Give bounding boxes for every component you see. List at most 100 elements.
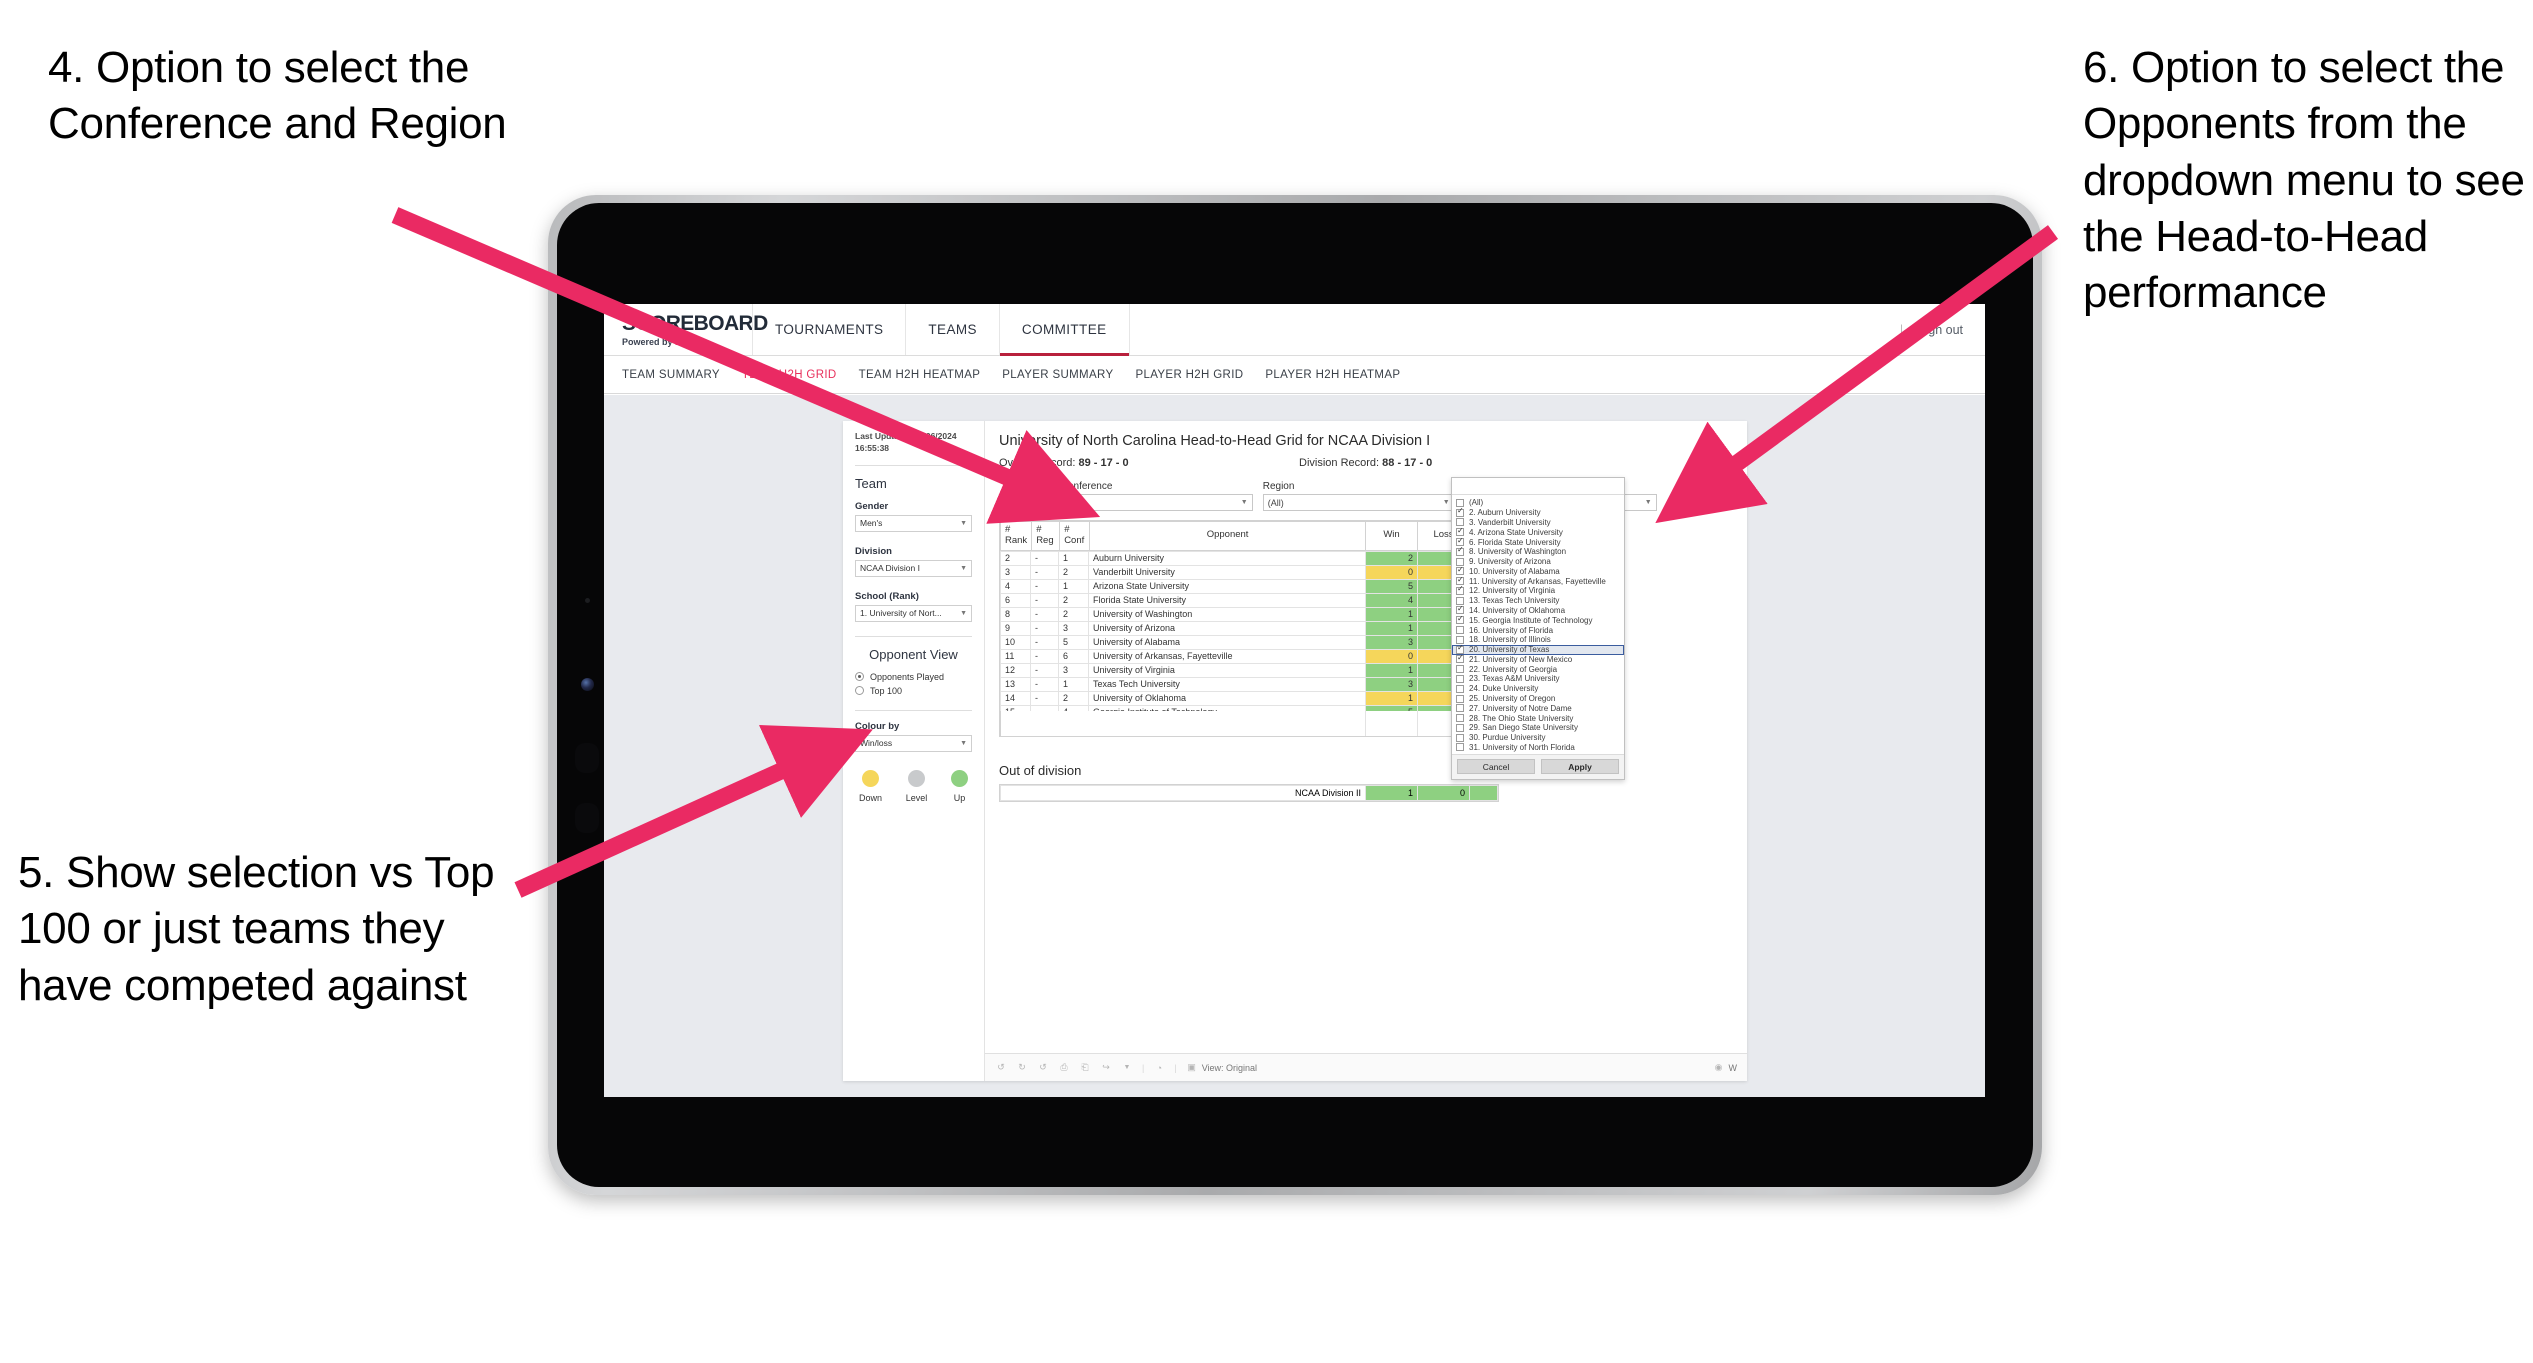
radio-opponents-played[interactable]: Opponents Played [855, 672, 972, 682]
sign-out-link[interactable]: Sign out [1917, 323, 1963, 337]
redo-icon[interactable]: ↻ [1016, 1062, 1028, 1074]
opponent-dropdown-item[interactable]: 12. University of Virginia [1452, 585, 1624, 596]
overall-record-value: 89 - 17 - 0 [1078, 457, 1129, 469]
opponent-dropdown-item-label: 9. University of Arizona [1469, 557, 1551, 567]
checkbox-icon[interactable] [1456, 714, 1464, 723]
cell-win: 1 [1365, 662, 1418, 678]
checkbox-icon[interactable] [1456, 723, 1464, 732]
apply-button[interactable]: Apply [1541, 759, 1619, 775]
refresh-data-icon[interactable]: ⎙ [1058, 1062, 1070, 1074]
opponent-dropdown-item[interactable]: 6. Florida State University [1452, 537, 1624, 547]
table-row[interactable]: 13-1Texas Tech University30 [1000, 676, 1498, 692]
chevron-down-icon[interactable]: ▼ [1121, 1062, 1133, 1074]
checkbox-icon[interactable] [1456, 674, 1464, 683]
tablet-volume-down-button[interactable] [575, 803, 599, 833]
school-rank-select[interactable]: 1. University of Nort... ▼ [855, 604, 972, 622]
share-icon[interactable]: ↪ [1100, 1062, 1112, 1074]
cell-rank: 4 [1000, 578, 1031, 594]
cell-conf: 2 [1058, 606, 1089, 622]
table-row[interactable]: 6-2Florida State University42 [1000, 592, 1498, 608]
opponent-dropdown-item[interactable]: 16. University of Florida [1452, 625, 1624, 635]
opponent-dropdown-item[interactable]: 29. San Diego State University [1452, 723, 1624, 733]
checkbox-icon[interactable] [1456, 626, 1464, 635]
table-row[interactable]: 4-1Arizona State University51 [1000, 578, 1498, 594]
checkbox-icon[interactable] [1456, 704, 1464, 713]
subnav-item-player-h2h-heatmap[interactable]: PLAYER H2H HEATMAP [1265, 369, 1422, 381]
view-original-button[interactable]: ▣ View: Original [1186, 1062, 1257, 1074]
opponent-dropdown-item[interactable]: 4. Arizona State University [1452, 527, 1624, 537]
checkbox-icon[interactable] [1456, 733, 1464, 742]
opponent-dropdown-search-input[interactable] [1452, 478, 1624, 495]
checkbox-icon[interactable] [1456, 615, 1464, 625]
checkbox-icon[interactable] [1456, 694, 1464, 703]
checkbox-icon[interactable] [1456, 507, 1464, 517]
subnav-item-team-summary[interactable]: TEAM SUMMARY [622, 369, 742, 381]
opponent-dropdown-item[interactable]: 3. Vanderbilt University [1452, 518, 1624, 528]
opponent-dropdown-item[interactable]: 25. University of Oregon [1452, 694, 1624, 704]
opponent-dropdown-item[interactable]: 23. Texas A&M University [1452, 674, 1624, 684]
division-select-value: NCAA Division I [860, 563, 920, 574]
top-navigation-bar: SCOREBOARD Powered by Flood TOURNAMENTS … [604, 304, 1985, 356]
topnav-item-tournaments[interactable]: TOURNAMENTS [752, 304, 905, 355]
table-row[interactable]: 3-2Vanderbilt University04 [1000, 564, 1498, 580]
cell-win: 1 [1365, 690, 1418, 706]
opponent-dropdown-item[interactable]: (All) [1452, 498, 1624, 508]
opponent-dropdown-item[interactable]: 11. University of Arkansas, Fayetteville [1452, 576, 1624, 586]
gender-select[interactable]: Men's ▼ [855, 514, 972, 532]
table-row[interactable]: 11-6 University of Arkansas, Fayetteville… [1000, 648, 1498, 664]
opponent-dropdown-item[interactable]: 10. University of Alabama [1452, 566, 1624, 576]
opponent-dropdown-item[interactable]: 13. Texas Tech University [1452, 596, 1624, 606]
table-row[interactable]: 9-3University of Arizona10 [1000, 620, 1498, 636]
table-row[interactable]: 8-2University of Washington10 [1000, 606, 1498, 622]
checkbox-icon[interactable] [1456, 546, 1464, 556]
opponent-dropdown-item[interactable]: 27. University of Notre Dame [1452, 703, 1624, 713]
conference-filter-select[interactable]: (All) ▼ [1060, 494, 1253, 511]
toolbar-right-group[interactable]: ◉ W [1713, 1062, 1737, 1074]
opponent-dropdown-item[interactable]: 18. University of Illinois [1452, 635, 1624, 645]
checkbox-icon[interactable] [1456, 585, 1464, 595]
undo-icon[interactable]: ↺ [995, 1062, 1007, 1074]
pause-icon[interactable]: ⎗ [1079, 1062, 1091, 1074]
opponent-dropdown-item[interactable]: 24. Duke University [1452, 684, 1624, 694]
opponent-dropdown-list[interactable]: (All)2. Auburn University3. Vanderbilt U… [1452, 495, 1624, 754]
cell-win: 4 [1365, 592, 1418, 608]
school-rank-select-value: 1. University of Nort... [860, 608, 942, 619]
subnav-item-player-h2h-grid[interactable]: PLAYER H2H GRID [1135, 369, 1265, 381]
table-row[interactable]: 2-1Auburn University21 [1000, 550, 1498, 566]
table-row[interactable]: 10-5University of Alabama30 [1000, 634, 1498, 650]
brand-logo[interactable]: SCOREBOARD Powered by Flood [604, 304, 768, 355]
opponent-dropdown-item[interactable]: 8. University of Washington [1452, 546, 1624, 557]
h2h-grid-body-scroll[interactable]: 2-1Auburn University213-2Vanderbilt Univ… [1000, 550, 1498, 711]
opponent-dropdown-item[interactable]: 28. The Ohio State University [1452, 713, 1624, 723]
topnav-item-committee[interactable]: COMMITTEE [998, 304, 1129, 356]
opponent-dropdown-item[interactable]: 20. University of Texas [1452, 644, 1624, 655]
opponent-dropdown-item[interactable]: 15. Georgia Institute of Technology [1452, 615, 1624, 625]
cell-opponent: University of Arkansas, Fayetteville [1088, 648, 1366, 664]
opponent-dropdown-item[interactable]: 21. University of New Mexico [1452, 654, 1624, 665]
opponent-dropdown-item[interactable]: 14. University of Oklahoma [1452, 605, 1624, 616]
topnav-item-teams[interactable]: TEAMS [905, 304, 999, 355]
subnav-item-player-summary[interactable]: PLAYER SUMMARY [1002, 369, 1135, 381]
revert-icon[interactable]: ↺ [1037, 1062, 1049, 1074]
cancel-button[interactable]: Cancel [1457, 759, 1535, 775]
opponent-dropdown-item[interactable]: 2. Auburn University [1452, 507, 1624, 518]
subnav-item-team-h2h-heatmap[interactable]: TEAM H2H HEATMAP [859, 369, 1003, 381]
clock-icon[interactable]: ◔ [1153, 1062, 1165, 1074]
opponent-dropdown-item[interactable]: 22. University of Georgia [1452, 664, 1624, 674]
checkbox-icon[interactable] [1456, 684, 1464, 693]
radio-top-100[interactable]: Top 100 [855, 686, 972, 696]
table-row[interactable]: 14-2University of Oklahoma12 [1000, 690, 1498, 706]
tablet-volume-up-button[interactable] [575, 743, 599, 773]
colour-by-select[interactable]: Win/loss ▼ [855, 734, 972, 752]
table-row[interactable]: 12-3University of Virginia10 [1000, 662, 1498, 678]
checkbox-icon[interactable] [1456, 654, 1464, 664]
checkbox-icon[interactable] [1456, 665, 1464, 674]
subnav-item-team-h2h-grid[interactable]: TEAM H2H GRID [742, 369, 859, 381]
checkbox-icon[interactable] [1456, 743, 1464, 752]
division-select[interactable]: NCAA Division I ▼ [855, 559, 972, 577]
opponent-dropdown-panel[interactable]: (All)2. Auburn University3. Vanderbilt U… [1451, 477, 1625, 781]
opponent-dropdown-item[interactable]: 31. University of North Florida [1452, 743, 1624, 753]
opponent-dropdown-item[interactable]: 9. University of Arizona [1452, 557, 1624, 567]
region-filter-select[interactable]: (All) ▼ [1262, 494, 1455, 511]
opponent-dropdown-item[interactable]: 30. Purdue University [1452, 733, 1624, 743]
